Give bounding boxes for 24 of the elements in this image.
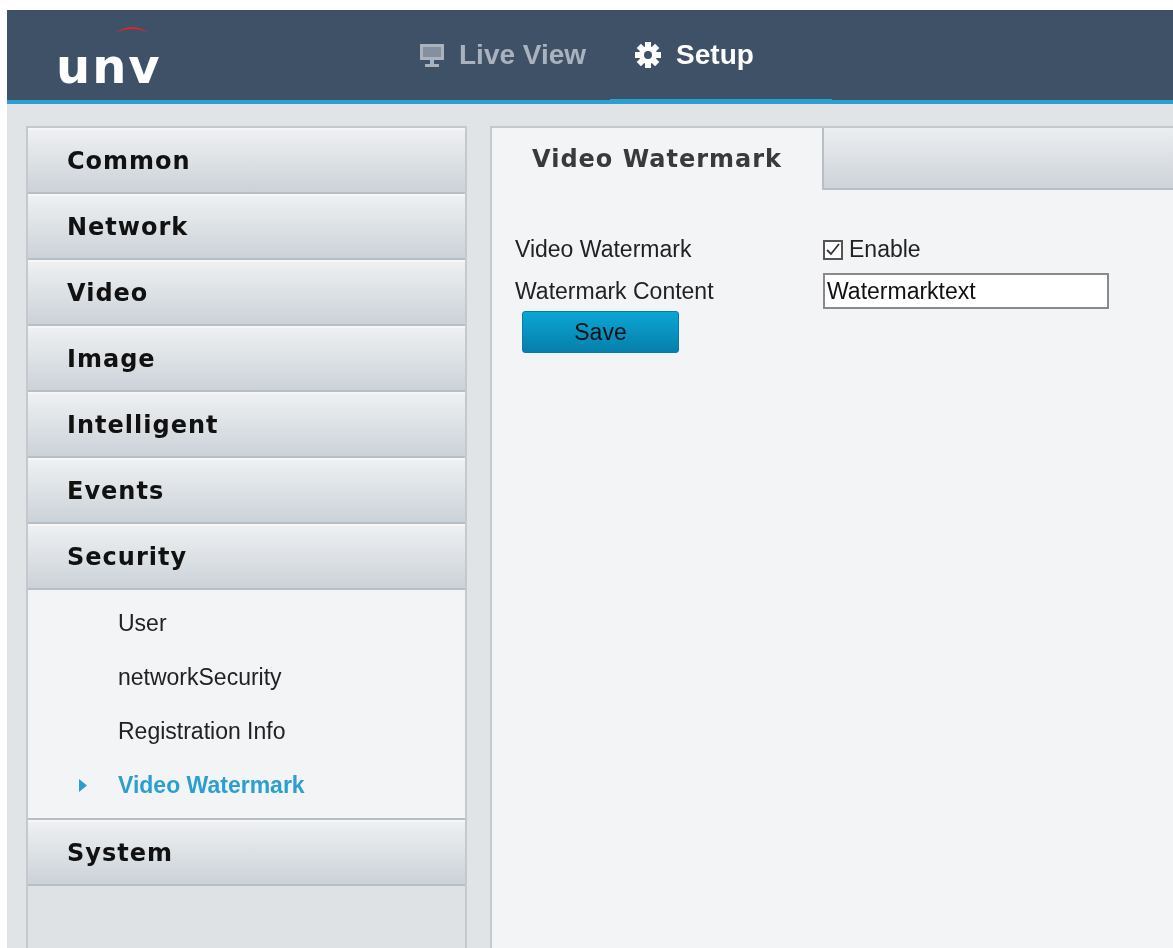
menu-section[interactable]: Network xyxy=(28,194,465,260)
menu-item[interactable]: networkSecurity xyxy=(28,650,465,704)
input-field[interactable]: Watermarktext xyxy=(823,273,1109,309)
field-label: Video Watermark xyxy=(515,236,693,263)
checkbox-label[interactable]: Enable xyxy=(849,236,921,263)
menu-section[interactable]: System xyxy=(28,820,465,886)
menu-section[interactable]: Common xyxy=(28,128,465,194)
menu-section[interactable]: Video xyxy=(28,260,465,326)
tab[interactable]: Video Watermark xyxy=(492,128,823,190)
menu-section[interactable]: Image xyxy=(28,326,465,392)
menu-section[interactable]: Intelligent xyxy=(28,392,465,458)
caret-icon xyxy=(79,778,87,792)
checkbox[interactable] xyxy=(823,239,843,260)
save-button[interactable]: Save xyxy=(522,311,679,353)
settings-icon xyxy=(634,40,663,69)
menu-item[interactable]: User xyxy=(28,596,465,650)
logo: unv xyxy=(56,42,162,90)
nav-tab[interactable]: Live View xyxy=(419,10,611,104)
menu-section[interactable]: Security xyxy=(28,524,465,590)
logo-arc-icon xyxy=(114,24,150,34)
monitor-icon xyxy=(419,41,445,68)
field-label: Watermark Content xyxy=(515,277,715,305)
menu-section[interactable]: Events xyxy=(28,458,465,524)
menu-item[interactable]: Registration Info xyxy=(28,704,465,758)
